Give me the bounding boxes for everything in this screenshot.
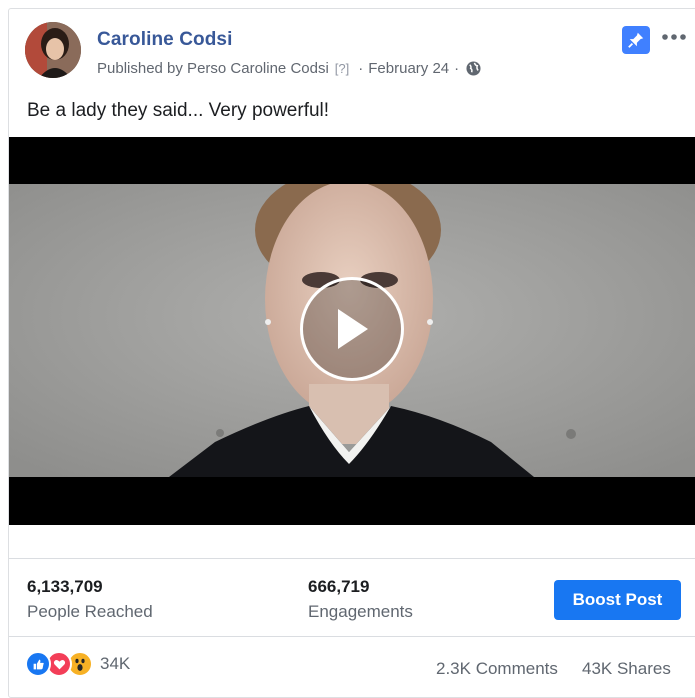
boost-post-button[interactable]: Boost Post (554, 580, 681, 620)
shares-count[interactable]: 43K Shares (582, 659, 671, 679)
help-marker[interactable]: [?] (335, 61, 349, 76)
more-options-icon[interactable] (661, 23, 687, 45)
video-player[interactable] (9, 137, 695, 525)
like-reaction-icon (25, 651, 51, 677)
globe-icon[interactable] (466, 61, 481, 76)
post-card: Caroline Codsi Published by Perso Caroli… (8, 8, 695, 698)
engagements-value: 666,719 (308, 577, 370, 596)
reactions-summary[interactable]: 34K (25, 651, 130, 677)
published-by-text[interactable]: Published by Perso Caroline Codsi (97, 60, 329, 77)
play-icon[interactable] (300, 277, 404, 381)
comments-count[interactable]: 2.3K Comments (436, 659, 558, 679)
footer-divider (9, 636, 695, 637)
meta-separator: · (358, 60, 364, 77)
post-meta: Published by Perso Caroline Codsi [?] · … (97, 60, 481, 77)
engagements-label: Engagements (308, 602, 413, 621)
people-reached-value: 6,133,709 (27, 577, 103, 596)
stats-divider (9, 558, 695, 559)
pin-icon[interactable] (622, 26, 650, 54)
reaction-count: 34K (100, 654, 131, 673)
people-reached-label: People Reached (27, 602, 153, 621)
post-date[interactable]: February 24 (368, 60, 449, 77)
page-name-link[interactable]: Caroline Codsi (97, 29, 232, 51)
page-avatar[interactable] (25, 22, 81, 78)
post-caption: Be a lady they said... Very powerful! (27, 100, 330, 121)
meta-separator-2: · (454, 60, 460, 77)
